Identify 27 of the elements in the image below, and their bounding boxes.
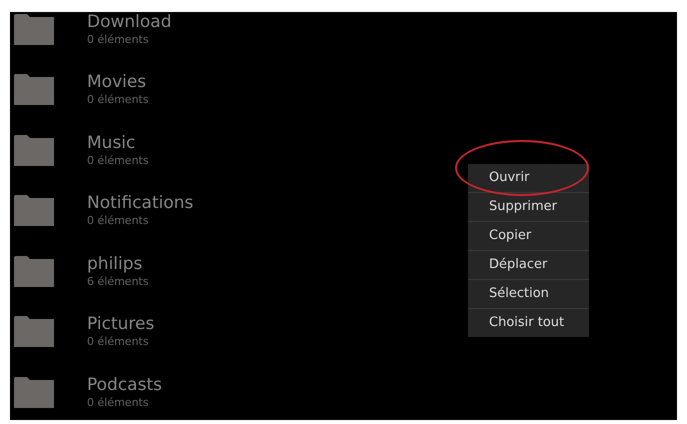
item-count: 0 éléments bbox=[87, 32, 150, 47]
item-count: 6 éléments bbox=[87, 274, 149, 289]
folder-icon bbox=[14, 316, 54, 348]
menu-item[interactable]: Choisir tout bbox=[468, 309, 589, 337]
folder-icon bbox=[14, 134, 54, 166]
folder-name: Download bbox=[87, 12, 172, 32]
folder-icon bbox=[14, 74, 54, 106]
folder-icon bbox=[14, 14, 54, 45]
folder-name: Podcasts bbox=[87, 374, 162, 395]
folder-name: Pictures bbox=[87, 314, 154, 334]
item-count: 0 éléments bbox=[87, 152, 149, 168]
folder-icon bbox=[14, 256, 54, 287]
item-count: 0 éléments bbox=[87, 334, 150, 350]
menu-item[interactable]: Copier bbox=[468, 222, 589, 251]
menu-item[interactable]: Supprimer bbox=[468, 193, 589, 222]
menu-item[interactable]: Sélection bbox=[468, 280, 589, 309]
item-count: 0 éléments bbox=[87, 92, 149, 108]
item-count: 0 éléments bbox=[87, 213, 150, 228]
menu-item[interactable]: Ouvrir bbox=[468, 164, 589, 193]
folder-name: Movies bbox=[87, 72, 148, 92]
item-count: 0 éléments bbox=[87, 394, 150, 410]
menu-item[interactable]: Déplacer bbox=[468, 251, 589, 280]
folder-name: philips bbox=[87, 254, 144, 274]
folder-name: Notifications bbox=[87, 193, 194, 214]
folder-name: Music bbox=[87, 132, 136, 153]
folder-icon bbox=[14, 195, 54, 226]
folder-icon bbox=[14, 376, 54, 408]
